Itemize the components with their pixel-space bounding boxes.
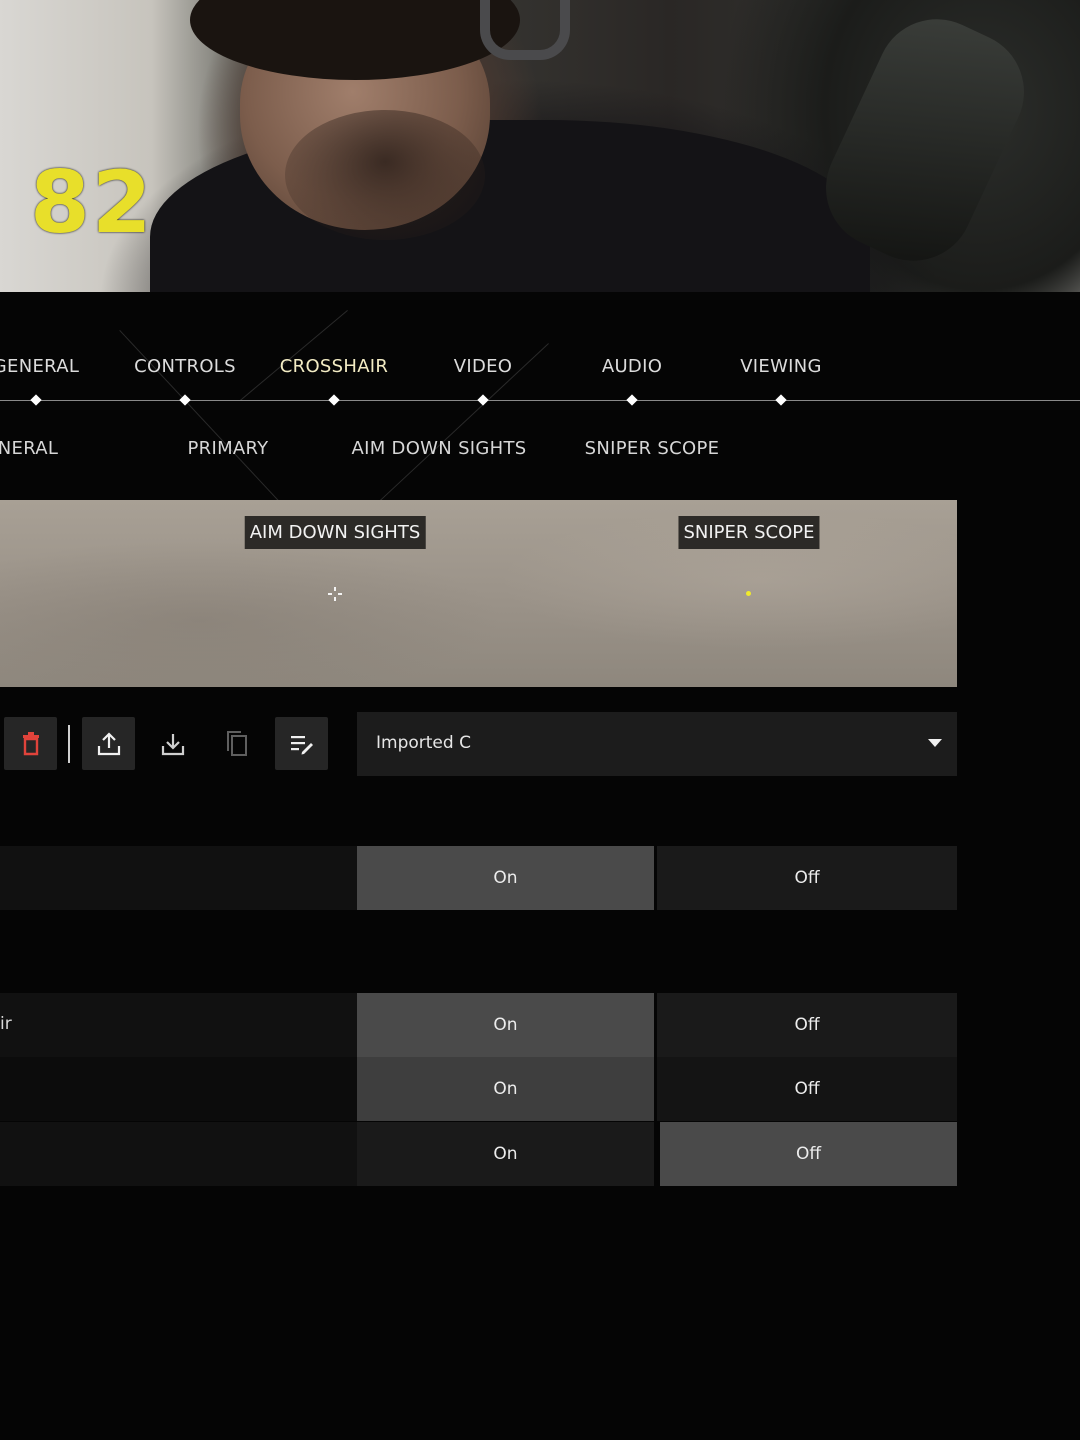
subtab-sniper-scope[interactable]: SNIPER SCOPE <box>585 438 720 459</box>
tab-video[interactable]: VIDEO <box>454 356 513 377</box>
import-button[interactable] <box>146 717 199 770</box>
setting-row-label: ir <box>0 1014 12 1034</box>
tab-viewing[interactable]: VIEWING <box>740 356 822 377</box>
webcam-beard <box>285 110 485 240</box>
tab-marker <box>477 394 489 406</box>
copy-icon <box>226 730 247 756</box>
copy-button[interactable] <box>210 717 263 770</box>
option-off[interactable]: Off <box>657 1057 957 1121</box>
stream-counter: 82 <box>30 153 154 253</box>
option-on[interactable]: On <box>357 993 654 1057</box>
ads-crosshair <box>328 587 342 601</box>
export-button[interactable] <box>82 717 135 770</box>
preview-label-ads: AIM DOWN SIGHTS <box>244 516 426 549</box>
tab-crosshair[interactable]: CROSSHAIR <box>280 356 388 377</box>
webcam-headset <box>480 0 570 60</box>
option-on[interactable]: On <box>357 1122 654 1186</box>
rename-button[interactable] <box>275 717 328 770</box>
option-off[interactable]: Off <box>660 1122 957 1186</box>
option-on[interactable]: On <box>357 1057 654 1121</box>
tab-marker <box>775 394 787 406</box>
subtab-general[interactable]: NERAL <box>0 438 58 459</box>
profile-select-value: Imported C <box>376 733 471 753</box>
tab-marker <box>328 394 340 406</box>
option-off[interactable]: Off <box>657 846 957 910</box>
tab-controls[interactable]: CONTROLS <box>134 356 236 377</box>
crosshair-profile-select[interactable]: Imported C <box>357 712 957 776</box>
upload-icon <box>97 731 120 755</box>
toolbar-separator <box>68 725 70 763</box>
option-on[interactable]: On <box>357 846 654 910</box>
trash-icon <box>22 731 39 755</box>
subtab-aim-down-sights[interactable]: AIM DOWN SIGHTS <box>351 438 526 459</box>
setting-row <box>0 993 357 1057</box>
chevron-down-icon <box>928 739 942 747</box>
tab-track-line <box>0 400 1080 401</box>
preview-label-sniper: SNIPER SCOPE <box>678 516 820 549</box>
subtab-primary[interactable]: PRIMARY <box>188 438 269 459</box>
tab-marker <box>30 394 42 406</box>
tab-audio[interactable]: AUDIO <box>602 356 662 377</box>
tab-marker <box>626 394 638 406</box>
tab-general[interactable]: GENERAL <box>0 356 79 377</box>
edit-list-icon <box>290 735 313 754</box>
setting-row <box>0 1122 357 1186</box>
option-off[interactable]: Off <box>657 993 957 1057</box>
setting-row <box>0 846 357 910</box>
delete-button[interactable] <box>4 717 57 770</box>
setting-row <box>0 1057 357 1121</box>
download-icon <box>161 733 184 755</box>
webcam-overlay <box>0 0 1080 292</box>
sniper-crosshair-dot <box>746 591 751 596</box>
